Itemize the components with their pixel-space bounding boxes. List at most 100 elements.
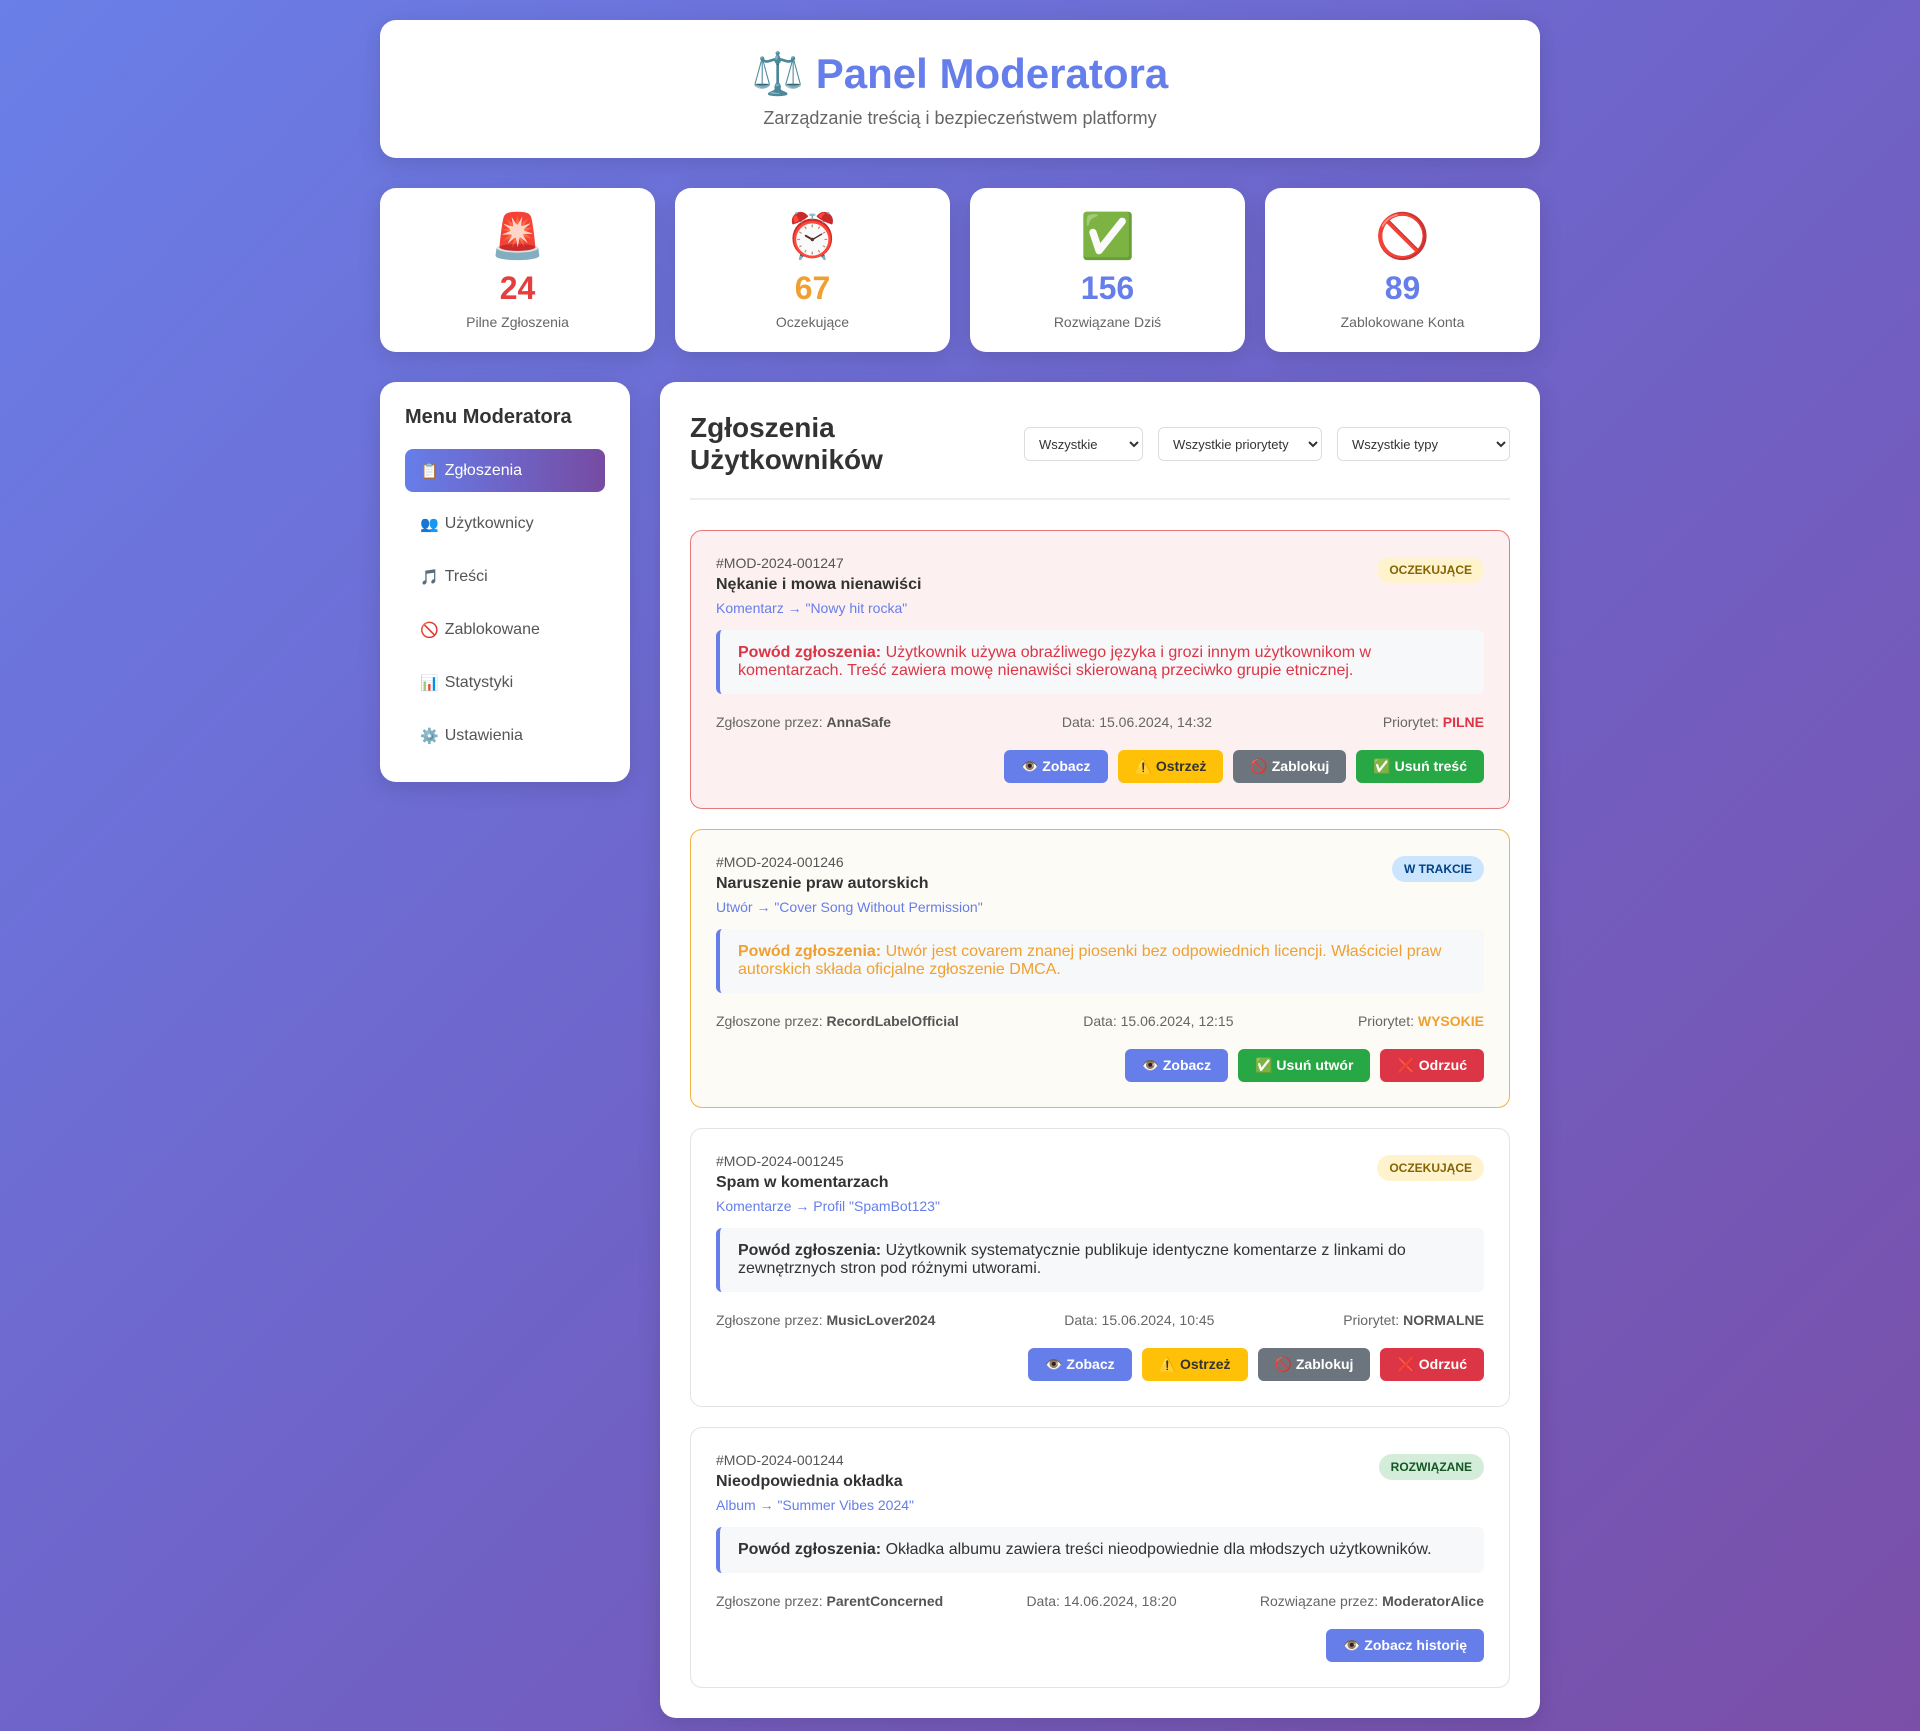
view-button[interactable]: 👁️ Zobacz — [1003, 750, 1108, 783]
gear-icon: ⚙️ — [420, 727, 439, 745]
sidebar-item-content[interactable]: 🎵 Treści — [405, 555, 605, 598]
report-target-link[interactable]: Utwór → "Cover Song Without Permission" — [716, 899, 983, 915]
report-title: Spam w komentarzach — [716, 1174, 889, 1191]
reason-text: Okładka albumu zawiera treści nieodpowie… — [885, 1541, 1432, 1558]
reason-label: Powód zgłoszenia: — [738, 1242, 882, 1259]
stat-label: Oczekujące — [775, 314, 850, 330]
reporter-label: Zgłoszone przez: — [716, 714, 823, 730]
reporter-name: RecordLabelOfficial — [826, 1013, 959, 1029]
page-subtitle: Zarządzanie treścią i bezpieczeństwem pl… — [763, 108, 1157, 128]
report-card: #MOD-2024-001244 Nieodpowiednia okładka … — [690, 1427, 1510, 1688]
alarm-clock-icon: ⏰ — [785, 212, 840, 261]
priority-filter[interactable]: Wszystkie priorytety — [1158, 427, 1322, 461]
status-badge: ROZWIĄZANE — [1378, 1454, 1484, 1480]
users-icon: 👥 — [420, 515, 439, 533]
sidebar: Menu Moderatora 📋 Zgłoszenia 👥 Użytkowni… — [380, 382, 630, 782]
stat-value: 24 — [499, 270, 536, 306]
sidebar-item-label: Użytkownicy — [444, 514, 534, 532]
type-filter[interactable]: Wszystkie typy — [1337, 427, 1510, 461]
report-title: Nieodpowiednia okładka — [716, 1473, 903, 1490]
stat-label: Zablokowane Konta — [1340, 314, 1465, 330]
report-card: #MOD-2024-001245 Spam w komentarzach Kom… — [690, 1128, 1510, 1407]
status-filter[interactable]: Wszystkie — [1024, 427, 1143, 461]
stat-label: Rozwiązane Dziś — [1053, 314, 1162, 330]
reason-label: Powód zgłoszenia: — [738, 1541, 882, 1558]
report-card: #MOD-2024-001247 Nękanie i mowa nienawiś… — [690, 530, 1510, 809]
scales-icon: ⚖️ — [751, 50, 805, 97]
report-target-link[interactable]: Album → "Summer Vibes 2024" — [716, 1497, 914, 1513]
stat-value: 89 — [1384, 270, 1421, 306]
status-badge: OCZEKUJĄCE — [1377, 557, 1484, 583]
status-badge: OCZEKUJĄCE — [1377, 1155, 1484, 1181]
block-button[interactable]: 🚫 Zablokuj — [1257, 1348, 1371, 1381]
sidebar-item-settings[interactable]: ⚙️ Ustawienia — [405, 714, 605, 757]
sidebar-item-label: Treści — [444, 567, 488, 585]
reporter-label: Zgłoszone przez: — [716, 1013, 823, 1029]
sidebar-item-statistics[interactable]: 📊 Statystyki — [405, 661, 605, 704]
stat-card-blocked: 🚫 89 Zablokowane Konta — [1265, 188, 1540, 352]
page-title: ⚖️ Panel Moderatora — [380, 48, 1540, 100]
report-target-link[interactable]: Komentarze → Profil "SpamBot123" — [716, 1198, 940, 1214]
priority-label: Priorytet: — [1357, 1013, 1414, 1029]
report-date: Data: 15.06.2024, 10:45 — [1064, 1312, 1215, 1328]
remove-track-button[interactable]: ✅ Usuń utwór — [1238, 1049, 1371, 1082]
clipboard-icon: 📋 — [420, 462, 439, 480]
reports-panel: Zgłoszenia Użytkowników Wszystkie Wszyst… — [660, 382, 1540, 1718]
report-meta: Zgłoszone przez: MusicLover2024 Data: 15… — [716, 1312, 1484, 1328]
view-button[interactable]: 👁️ Zobacz — [1028, 1348, 1132, 1381]
view-history-button[interactable]: 👁️ Zobacz historię — [1325, 1629, 1484, 1662]
sidebar-item-label: Statystyki — [444, 673, 514, 691]
reject-button[interactable]: ❌ Odrzuć — [1380, 1049, 1484, 1082]
stat-value: 67 — [794, 270, 831, 306]
priority-value: NORMALNE — [1403, 1312, 1484, 1328]
block-button[interactable]: 🚫 Zablokuj — [1233, 750, 1347, 783]
sidebar-item-label: Zablokowane — [444, 620, 540, 638]
stat-card-resolved: ✅ 156 Rozwiązane Dziś — [970, 188, 1245, 352]
report-id: #MOD-2024-001247 — [716, 555, 844, 571]
filters: Wszystkie Wszystkie priorytety Wszystkie… — [1024, 427, 1510, 461]
report-card: #MOD-2024-001246 Naruszenie praw autorsk… — [690, 829, 1510, 1108]
stats-row: 🚨 24 Pilne Zgłoszenia ⏰ 67 Oczekujące ✅ … — [380, 188, 1540, 352]
report-date: Data: 15.06.2024, 14:32 — [1061, 714, 1213, 730]
reject-button[interactable]: ❌ Odrzuć — [1380, 1348, 1484, 1381]
report-reason: Powód zgłoszenia: Utwór jest covarem zna… — [716, 929, 1484, 993]
stat-card-urgent: 🚨 24 Pilne Zgłoszenia — [380, 188, 655, 352]
report-actions: 👁️ Zobacz historię — [716, 1629, 1484, 1662]
reporter-name: ParentConcerned — [826, 1593, 944, 1609]
reports-title: Zgłoszenia Użytkowników — [690, 412, 883, 475]
page-title-text: Panel Moderatora — [815, 50, 1169, 97]
sidebar-item-users[interactable]: 👥 Użytkownicy — [405, 502, 605, 545]
prohibited-icon: 🚫 — [420, 621, 439, 639]
report-date: Data: 15.06.2024, 12:15 — [1083, 1013, 1234, 1029]
sidebar-title: Menu Moderatora — [405, 406, 572, 428]
reason-label: Powód zgłoszenia: — [738, 943, 882, 960]
sidebar-item-label: Zgłoszenia — [444, 461, 523, 479]
stat-card-pending: ⏰ 67 Oczekujące — [675, 188, 950, 352]
report-meta: Zgłoszone przez: RecordLabelOfficial Dat… — [716, 1013, 1484, 1029]
stat-label: Pilne Zgłoszenia — [466, 314, 569, 330]
priority-value: WYSOKIE — [1417, 1013, 1484, 1029]
reporter-label: Zgłoszone przez: — [716, 1593, 823, 1609]
resolver-label: Rozwiązane przez: — [1259, 1593, 1379, 1609]
resolver-name: ModeratorAlice — [1382, 1593, 1484, 1609]
priority-label: Priorytet: — [1382, 714, 1439, 730]
reporter-label: Zgłoszone przez: — [716, 1312, 823, 1328]
page-header: ⚖️ Panel Moderatora Zarządzanie treścią … — [380, 20, 1540, 158]
warn-button[interactable]: ⚠️ Ostrzeż — [1117, 750, 1224, 783]
report-meta: Zgłoszone przez: ParentConcerned Data: 1… — [716, 1593, 1484, 1609]
priority-value: PILNE — [1442, 714, 1484, 730]
sidebar-item-blocked[interactable]: 🚫 Zablokowane — [405, 608, 605, 651]
report-id: #MOD-2024-001245 — [716, 1153, 844, 1169]
report-actions: 👁️ Zobacz ⚠️ Ostrzeż 🚫 Zablokuj ❌ Odrzuć — [716, 1348, 1484, 1381]
warn-button[interactable]: ⚠️ Ostrzeż — [1141, 1348, 1248, 1381]
report-date: Data: 14.06.2024, 18:20 — [1026, 1593, 1177, 1609]
report-title: Nękanie i mowa nienawiści — [716, 576, 922, 593]
report-id: #MOD-2024-001246 — [716, 854, 844, 870]
report-target-link[interactable]: Komentarz → "Nowy hit rocka" — [716, 600, 921, 616]
remove-content-button[interactable]: ✅ Usuń treść — [1356, 750, 1484, 783]
view-button[interactable]: 👁️ Zobacz — [1124, 1049, 1229, 1082]
reporter-name: MusicLover2024 — [826, 1312, 936, 1328]
stat-value: 156 — [1080, 270, 1135, 306]
sidebar-item-reports[interactable]: 📋 Zgłoszenia — [405, 449, 605, 492]
report-id: #MOD-2024-001244 — [716, 1452, 844, 1468]
